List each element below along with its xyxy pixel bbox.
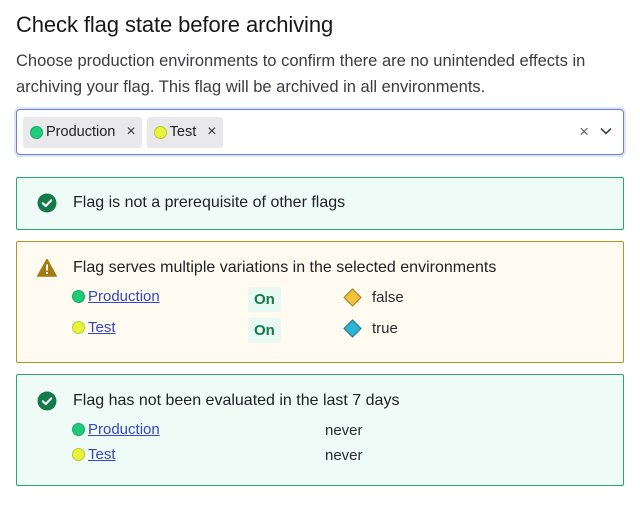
environment-color-dot <box>30 125 43 139</box>
prerequisite-check-panel: Flag is not a prerequisite of other flag… <box>16 177 624 230</box>
chip-test: Test × <box>146 116 223 148</box>
variation-label: true <box>372 320 398 337</box>
evaluation-row: Test <box>72 446 116 463</box>
environment-select[interactable]: Production × Test × × <box>16 109 624 155</box>
environment-color-dot <box>72 423 85 436</box>
environment-link-production[interactable]: Production <box>88 421 160 438</box>
chip-label: Production <box>46 124 116 140</box>
check-text: Flag is not a prerequisite of other flag… <box>73 194 346 211</box>
variation-row: Production <box>72 288 160 305</box>
variations-check-panel: Flag serves multiple variations in the s… <box>16 241 624 363</box>
last-evaluated-value: never <box>325 422 363 439</box>
warning-icon <box>37 258 57 277</box>
environment-link-test[interactable]: Test <box>88 319 116 336</box>
check-text: Flag has not been evaluated in the last … <box>73 392 400 409</box>
last-evaluated-value: never <box>325 447 363 464</box>
variation-label: false <box>372 289 404 306</box>
flag-state-badge: On <box>248 318 281 343</box>
environment-color-dot <box>72 290 85 303</box>
page-title: Check flag state before archiving <box>16 12 334 37</box>
variation-row: Test <box>72 319 116 336</box>
environment-color-dot <box>72 321 85 334</box>
chip-label: Test <box>169 124 197 140</box>
flag-state-badge: On <box>248 287 281 312</box>
environment-link-production[interactable]: Production <box>88 288 160 305</box>
chevron-down-icon[interactable] <box>599 124 613 138</box>
variation-value: false <box>343 288 404 307</box>
check-circle-icon <box>37 193 57 213</box>
evaluation-row: Production <box>72 421 160 438</box>
check-circle-icon <box>37 391 57 411</box>
remove-test-icon[interactable]: × <box>207 124 216 140</box>
chip-production: Production × <box>23 116 142 148</box>
environment-color-dot <box>153 125 167 139</box>
variation-value: true <box>343 319 398 338</box>
environment-link-test[interactable]: Test <box>88 446 116 463</box>
page-description: Choose production environments to confir… <box>16 52 586 96</box>
check-text: Flag serves multiple variations in the s… <box>73 259 497 276</box>
variation-diamond-icon <box>343 288 362 307</box>
remove-production-icon[interactable]: × <box>126 124 135 140</box>
evaluation-check-panel: Flag has not been evaluated in the last … <box>16 374 624 486</box>
clear-selection-icon[interactable]: × <box>579 122 589 142</box>
environment-color-dot <box>72 448 85 461</box>
variation-diamond-icon <box>343 319 362 338</box>
